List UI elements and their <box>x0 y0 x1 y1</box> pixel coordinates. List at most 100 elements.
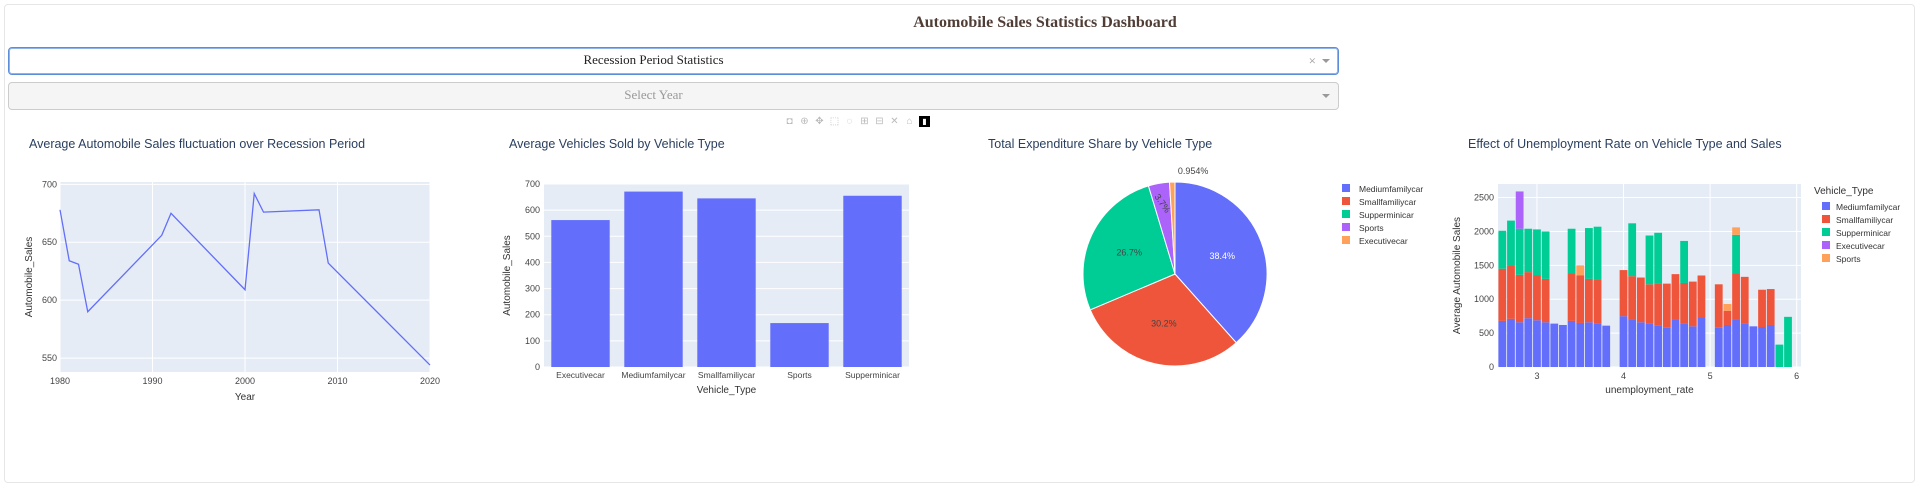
stacked-bar-segment <box>1688 326 1697 367</box>
y-tick-label: 1000 <box>1474 294 1494 304</box>
chart-modebar: ◘ ⊕ ✥ ⬚ ◌ ⊞ ⊟ ✕ ⌂ ▮ <box>784 114 930 128</box>
stacked-bar-segment <box>1628 223 1637 277</box>
legend-swatch <box>1822 215 1830 223</box>
clear-icon[interactable]: × <box>1309 53 1316 69</box>
stacked-bar-segment <box>1507 220 1515 267</box>
stacked-bar-segment <box>1559 324 1567 367</box>
stacked-bar-segment <box>1732 227 1740 235</box>
y-tick-label: 2500 <box>1474 193 1494 203</box>
zoom-in-icon[interactable]: ⊞ <box>859 116 870 127</box>
y-tick-label: 100 <box>525 336 540 346</box>
legend-label: Supperminicar <box>1836 228 1891 238</box>
legend-title: Vehicle_Type <box>1814 186 1874 197</box>
stacked-bar-segment <box>1576 322 1585 367</box>
y-tick-label: 550 <box>42 353 57 363</box>
stacked-bar-segment <box>1585 278 1593 323</box>
stacked-bar-segment <box>1507 318 1515 367</box>
legend-swatch <box>1822 228 1830 236</box>
stacked-bar-segment <box>1645 323 1654 367</box>
stacked-bar-segment <box>1498 268 1507 321</box>
slice-label: 38.4% <box>1210 251 1236 261</box>
stacked-bar-segment <box>1680 282 1689 324</box>
stacked-bar-segment <box>1498 230 1507 269</box>
y-tick-label: 700 <box>42 179 57 189</box>
x-axis-label: Vehicle_Type <box>697 385 757 396</box>
x-tick-label: 4 <box>1621 371 1626 381</box>
stacked-bar-segment <box>1784 316 1792 367</box>
chevron-down-icon[interactable] <box>1322 94 1330 98</box>
stacked-bar-segment <box>1619 316 1628 367</box>
chart-title: Effect of Unemployment Rate on Vehicle T… <box>1468 137 1782 151</box>
home-icon[interactable]: ⌂ <box>904 116 915 127</box>
y-tick-label: 500 <box>1479 328 1494 338</box>
stacked-bar-segment <box>1576 265 1585 276</box>
stacked-bar-chart-unemployment: Effect of Unemployment Rate on Vehicle T… <box>1452 137 1900 396</box>
x-tick-label: 3 <box>1534 371 1539 381</box>
y-tick-label: 2000 <box>1474 226 1494 236</box>
stacked-bar-segment <box>1636 277 1645 323</box>
bar <box>551 220 610 367</box>
report-type-value: Recession Period Statistics <box>583 52 724 67</box>
stacked-bar-segment <box>1550 323 1559 367</box>
year-dropdown[interactable]: Select Year <box>8 82 1339 110</box>
stacked-bar-segment <box>1697 275 1706 318</box>
stacked-bar-segment <box>1533 275 1541 321</box>
pie-chart-expenditure-share: Total Expenditure Share by Vehicle Type 3… <box>988 137 1423 367</box>
stacked-bar-segment <box>1585 322 1593 367</box>
autoscale-icon[interactable]: ✕ <box>889 116 900 127</box>
x-tick-label: Sports <box>787 370 812 380</box>
x-tick-label: 2000 <box>235 376 255 386</box>
zoom-out-icon[interactable]: ⊟ <box>874 116 885 127</box>
y-axis-label: Automobile_Sales <box>24 237 35 318</box>
x-tick-label: 1980 <box>50 376 70 386</box>
lasso-icon[interactable]: ◌ <box>844 116 855 127</box>
stacked-bar-segment <box>1541 231 1550 279</box>
legend-swatch <box>1342 184 1350 192</box>
stacked-bar-segment <box>1585 228 1593 279</box>
report-type-dropdown[interactable]: Recession Period Statistics × <box>8 47 1339 75</box>
chevron-down-icon[interactable] <box>1322 59 1330 63</box>
legend-swatch <box>1342 197 1350 205</box>
legend-swatch <box>1822 254 1830 262</box>
stacked-bar-segment <box>1758 327 1766 367</box>
plotly-logo-icon[interactable]: ▮ <box>919 115 930 127</box>
page-title: Automobile Sales Statistics Dashboard <box>913 14 1177 31</box>
bar-chart-vehicle-type: Average Vehicles Sold by Vehicle Type 0 10… <box>502 137 909 396</box>
slice-label: 30.2% <box>1151 318 1177 328</box>
stacked-bar-segment <box>1515 274 1524 323</box>
y-tick-label: 700 <box>525 179 540 189</box>
bar <box>697 198 756 367</box>
y-tick-label: 1500 <box>1474 260 1494 270</box>
stacked-bar-segment <box>1567 273 1576 321</box>
stacked-bar-segment <box>1593 279 1602 324</box>
camera-icon[interactable]: ◘ <box>784 116 795 127</box>
box-select-icon[interactable]: ⬚ <box>829 116 840 127</box>
stacked-bar-segment <box>1758 289 1766 328</box>
stacked-bar-segment <box>1680 240 1689 283</box>
x-tick-label: 2010 <box>327 376 347 386</box>
chart-title: Average Automobile Sales fluctuation ove… <box>29 137 365 151</box>
legend-swatch <box>1342 236 1350 244</box>
x-tick-label: 1990 <box>142 376 162 386</box>
stacked-bar-segment <box>1654 283 1663 326</box>
stacked-bar-segment <box>1645 235 1654 285</box>
stacked-bar-segment <box>1567 228 1576 274</box>
line-chart-recession-sales: Average Automobile Sales fluctuation ove… <box>24 137 440 403</box>
y-axis-label: Automobile_Sales <box>502 235 513 316</box>
legend-label: Supperminicar <box>1359 210 1414 220</box>
legend-label: Sports <box>1359 223 1384 233</box>
slice-label: 0.954% <box>1178 166 1209 176</box>
legend-swatch <box>1342 223 1350 231</box>
stacked-bar-segment <box>1645 284 1654 324</box>
stacked-bar-segment <box>1714 327 1723 367</box>
y-tick-label: 650 <box>42 237 57 247</box>
stacked-bar-segment <box>1697 317 1706 367</box>
stacked-bar-segment <box>1628 319 1637 367</box>
y-tick-label: 400 <box>525 257 540 267</box>
stacked-bar-segment <box>1662 283 1671 328</box>
x-tick-label: 5 <box>1708 371 1713 381</box>
stacked-bar-segment <box>1680 323 1689 367</box>
zoom-icon[interactable]: ⊕ <box>799 116 810 127</box>
stacked-bar-segment <box>1732 234 1740 274</box>
pan-icon[interactable]: ✥ <box>814 116 825 127</box>
